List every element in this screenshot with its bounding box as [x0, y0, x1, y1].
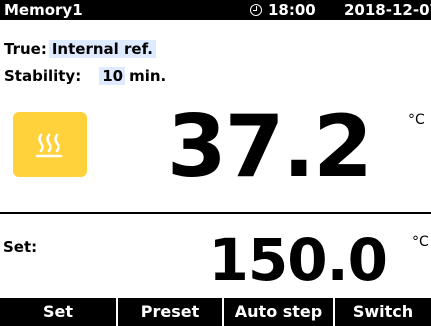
stability-row: Stability: 10 min.	[4, 65, 166, 87]
clock-icon	[250, 4, 262, 16]
true-value[interactable]: Internal ref.	[48, 40, 156, 58]
heater-icon	[13, 112, 87, 177]
softkey-bar: Set Preset Auto step Switch	[0, 298, 431, 326]
setpoint-unit: °C	[412, 234, 429, 250]
setpoint-label: Set:	[3, 238, 38, 256]
set-button[interactable]: Set	[0, 298, 118, 326]
date-text: 2018-12-07	[344, 1, 431, 19]
divider	[0, 212, 431, 214]
switch-button[interactable]: Switch	[335, 298, 431, 326]
true-source-row: True: Internal ref.	[4, 38, 156, 60]
memory-title: Memory1	[4, 1, 83, 19]
clock-display: 18:00	[250, 0, 316, 20]
true-label: True:	[4, 40, 47, 58]
preset-button[interactable]: Preset	[118, 298, 224, 326]
time-text: 18:00	[268, 1, 316, 19]
stability-value[interactable]: 10	[99, 67, 126, 85]
setpoint-value[interactable]: 150.0	[209, 220, 388, 300]
current-temperature: 37.2	[166, 97, 373, 197]
stability-label: Stability:	[4, 67, 82, 85]
status-bar: Memory1 18:00 2018-12-07	[0, 0, 431, 20]
controller-screen: Memory1 18:00 2018-12-07 True: Internal r…	[0, 0, 431, 326]
auto-step-button[interactable]: Auto step	[224, 298, 335, 326]
temperature-unit: °C	[408, 112, 425, 128]
stability-unit: min.	[129, 67, 167, 85]
